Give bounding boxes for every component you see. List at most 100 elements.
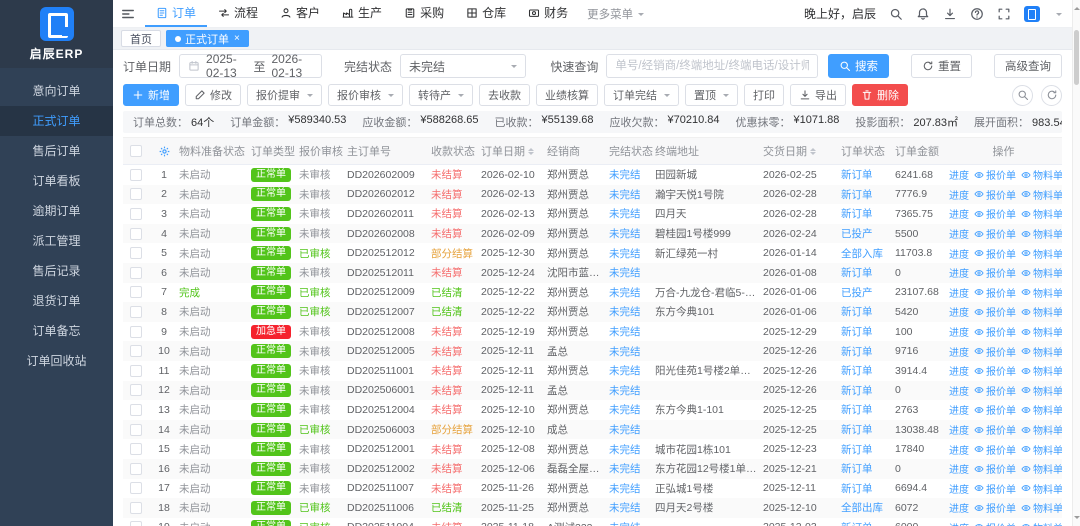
op-link-报价单[interactable]: 报价单 (974, 246, 1016, 261)
row-checkbox[interactable] (123, 325, 149, 338)
download-icon[interactable] (943, 7, 957, 21)
delete-button[interactable]: 删除 (852, 84, 908, 106)
row-checkbox[interactable] (123, 305, 149, 318)
op-link-报价单[interactable]: 报价单 (974, 481, 1016, 496)
table-row[interactable]: 17 未启动 正常单 未审核 DD202511007 未结算 2025-11-26 郑州贾总 未… (123, 479, 1062, 499)
op-link-进度[interactable]: 进度 (949, 265, 969, 280)
op-link-报价单[interactable]: 报价单 (974, 226, 1016, 241)
op-link-进度[interactable]: 进度 (949, 442, 969, 457)
nav-item-purchase[interactable]: 采购 (393, 0, 455, 27)
op-link-进度[interactable]: 进度 (949, 304, 969, 319)
performance-button[interactable]: 业绩核算 (536, 84, 598, 106)
row-checkbox[interactable] (123, 482, 149, 495)
table-row[interactable]: 10 未启动 正常单 未审核 DD202512005 未结算 2025-12-11 孟总 未完结… (123, 341, 1062, 361)
finish-status-select[interactable]: 未完结 (399, 54, 527, 78)
op-link-进度[interactable]: 进度 (949, 167, 969, 182)
row-checkbox[interactable] (123, 443, 149, 456)
quote-review-button[interactable]: 报价审核 (328, 84, 403, 106)
sidebar-item-return-orders[interactable]: 退货订单 (0, 286, 113, 316)
more-menu[interactable]: 更多菜单 (579, 6, 652, 22)
op-link-报价单[interactable]: 报价单 (974, 461, 1016, 476)
op-link-报价单[interactable]: 报价单 (974, 324, 1016, 339)
table-row[interactable]: 2 未启动 正常单 未审核 DD202602012 未结算 2026-02-13 郑州贾总 未完… (123, 184, 1062, 205)
op-link-进度[interactable]: 进度 (949, 324, 969, 339)
op-link-进度[interactable]: 进度 (949, 383, 969, 398)
print-button[interactable]: 打印 (744, 84, 784, 106)
op-link-物料单[interactable]: 物料单 (1021, 304, 1062, 319)
table-row[interactable]: 7 完成 正常单 已审核 DD202512009 已结清 2025-12-22 郑州贾总 未完结… (123, 283, 1062, 303)
column-header-order_date[interactable]: 订单日期 (481, 143, 547, 159)
op-link-物料单[interactable]: 物料单 (1021, 344, 1062, 359)
sidebar-item-intent-orders[interactable]: 意向订单 (0, 76, 113, 106)
op-link-报价单[interactable]: 报价单 (974, 383, 1016, 398)
sidebar-item-formal-orders[interactable]: 正式订单 (0, 106, 113, 136)
user-menu-caret-icon[interactable] (1056, 12, 1062, 19)
bell-icon[interactable] (916, 7, 930, 21)
scrollbar-thumb[interactable] (1074, 30, 1079, 85)
page-scrollbar[interactable] (1072, 0, 1080, 526)
add-button[interactable]: 新增 (123, 84, 179, 106)
quote-submit-button[interactable]: 报价提审 (247, 84, 322, 106)
op-link-报价单[interactable]: 报价单 (974, 167, 1016, 182)
sidebar-item-order-board[interactable]: 订单看板 (0, 166, 113, 196)
table-row[interactable]: 4 未启动 正常单 未审核 DD202602008 未结算 2026-02-09 郑州贾总 未完… (123, 223, 1062, 244)
op-link-物料单[interactable]: 物料单 (1021, 206, 1062, 221)
op-link-进度[interactable]: 进度 (949, 481, 969, 496)
row-checkbox[interactable] (123, 384, 149, 397)
row-checkbox[interactable] (123, 227, 149, 240)
op-link-进度[interactable]: 进度 (949, 226, 969, 241)
table-row[interactable]: 15 未启动 正常单 未审核 DD202512001 未结算 2025-12-08 郑州贾总 未… (123, 439, 1062, 459)
sidebar-item-order-recycle-bin[interactable]: 订单回收站 (0, 346, 113, 376)
op-link-报价单[interactable]: 报价单 (974, 344, 1016, 359)
avatar[interactable] (1024, 5, 1040, 22)
op-link-进度[interactable]: 进度 (949, 520, 969, 526)
table-row[interactable]: 9 未启动 加急单 未审核 DD202512008 未结算 2025-12-19 郑州贾总 未完… (123, 322, 1062, 342)
table-row[interactable]: 13 未启动 正常单 未审核 DD202512004 未结算 2025-12-10 郑州贾总 未… (123, 400, 1062, 420)
row-checkbox[interactable] (123, 521, 149, 526)
search-icon[interactable] (889, 7, 903, 21)
quick-search-input[interactable] (606, 54, 818, 78)
op-link-物料单[interactable]: 物料单 (1021, 422, 1062, 437)
scrollbar-up-icon[interactable] (1074, 4, 1080, 10)
column-search-button[interactable] (1012, 84, 1033, 106)
op-link-物料单[interactable]: 物料单 (1021, 226, 1062, 241)
collapse-menu-icon[interactable] (121, 7, 135, 21)
close-icon[interactable]: × (234, 33, 240, 44)
table-row[interactable]: 19未启动正常单已审核DD202511004未结算2025-11-18A测试33… (123, 518, 1062, 526)
op-link-报价单[interactable]: 报价单 (974, 500, 1016, 515)
table-row[interactable]: 14 未启动 正常单 已审核 DD202506003 部分结算 2025-12-10 成总 未完… (123, 419, 1062, 440)
nav-item-process[interactable]: 流程 (207, 0, 269, 27)
export-button[interactable]: 导出 (790, 84, 846, 106)
table-row[interactable]: 16 未启动 正常单 未审核 DD202512002 未结算 2025-12-06 磊磊全屋定… (123, 458, 1062, 479)
op-link-进度[interactable]: 进度 (949, 206, 969, 221)
op-link-进度[interactable]: 进度 (949, 187, 969, 202)
row-checkbox[interactable] (123, 462, 149, 475)
op-link-物料单[interactable]: 物料单 (1021, 324, 1062, 339)
column-header-delivery_date[interactable]: 交货日期 (763, 143, 841, 159)
op-link-进度[interactable]: 进度 (949, 461, 969, 476)
fullscreen-icon[interactable] (997, 7, 1011, 21)
nav-item-finance[interactable]: 财务 (517, 0, 579, 27)
op-link-物料单[interactable]: 物料单 (1021, 402, 1062, 417)
sidebar-item-aftersale-records[interactable]: 售后记录 (0, 256, 113, 286)
table-row[interactable]: 1 未启动 正常单 未审核 DD202602009 未结算 2026-02-10 郑州贾总 未完… (123, 165, 1062, 185)
row-checkbox[interactable] (123, 345, 149, 358)
op-link-物料单[interactable]: 物料单 (1021, 285, 1062, 300)
op-link-进度[interactable]: 进度 (949, 363, 969, 378)
edit-button[interactable]: 修改 (185, 84, 241, 106)
row-checkbox[interactable] (123, 286, 149, 299)
op-link-报价单[interactable]: 报价单 (974, 285, 1016, 300)
sidebar-item-order-memo[interactable]: 订单备忘 (0, 316, 113, 346)
column-settings-gear-icon[interactable] (149, 145, 179, 158)
op-link-报价单[interactable]: 报价单 (974, 304, 1016, 319)
op-link-物料单[interactable]: 物料单 (1021, 442, 1062, 457)
row-checkbox[interactable] (123, 188, 149, 201)
row-checkbox[interactable] (123, 207, 149, 220)
sidebar-item-aftersale-orders[interactable]: 售后订单 (0, 136, 113, 166)
op-link-物料单[interactable]: 物料单 (1021, 383, 1062, 398)
sort-icon[interactable] (810, 145, 816, 158)
op-link-报价单[interactable]: 报价单 (974, 402, 1016, 417)
table-row[interactable]: 18 未启动 正常单 已审核 DD202511006 已结清 2025-11-25 郑州贾总 未… (123, 498, 1062, 518)
table-row[interactable]: 3 未启动 正常单 未审核 DD202602011 未结算 2026-02-13 郑州贾总 未完… (123, 204, 1062, 224)
op-link-报价单[interactable]: 报价单 (974, 422, 1016, 437)
